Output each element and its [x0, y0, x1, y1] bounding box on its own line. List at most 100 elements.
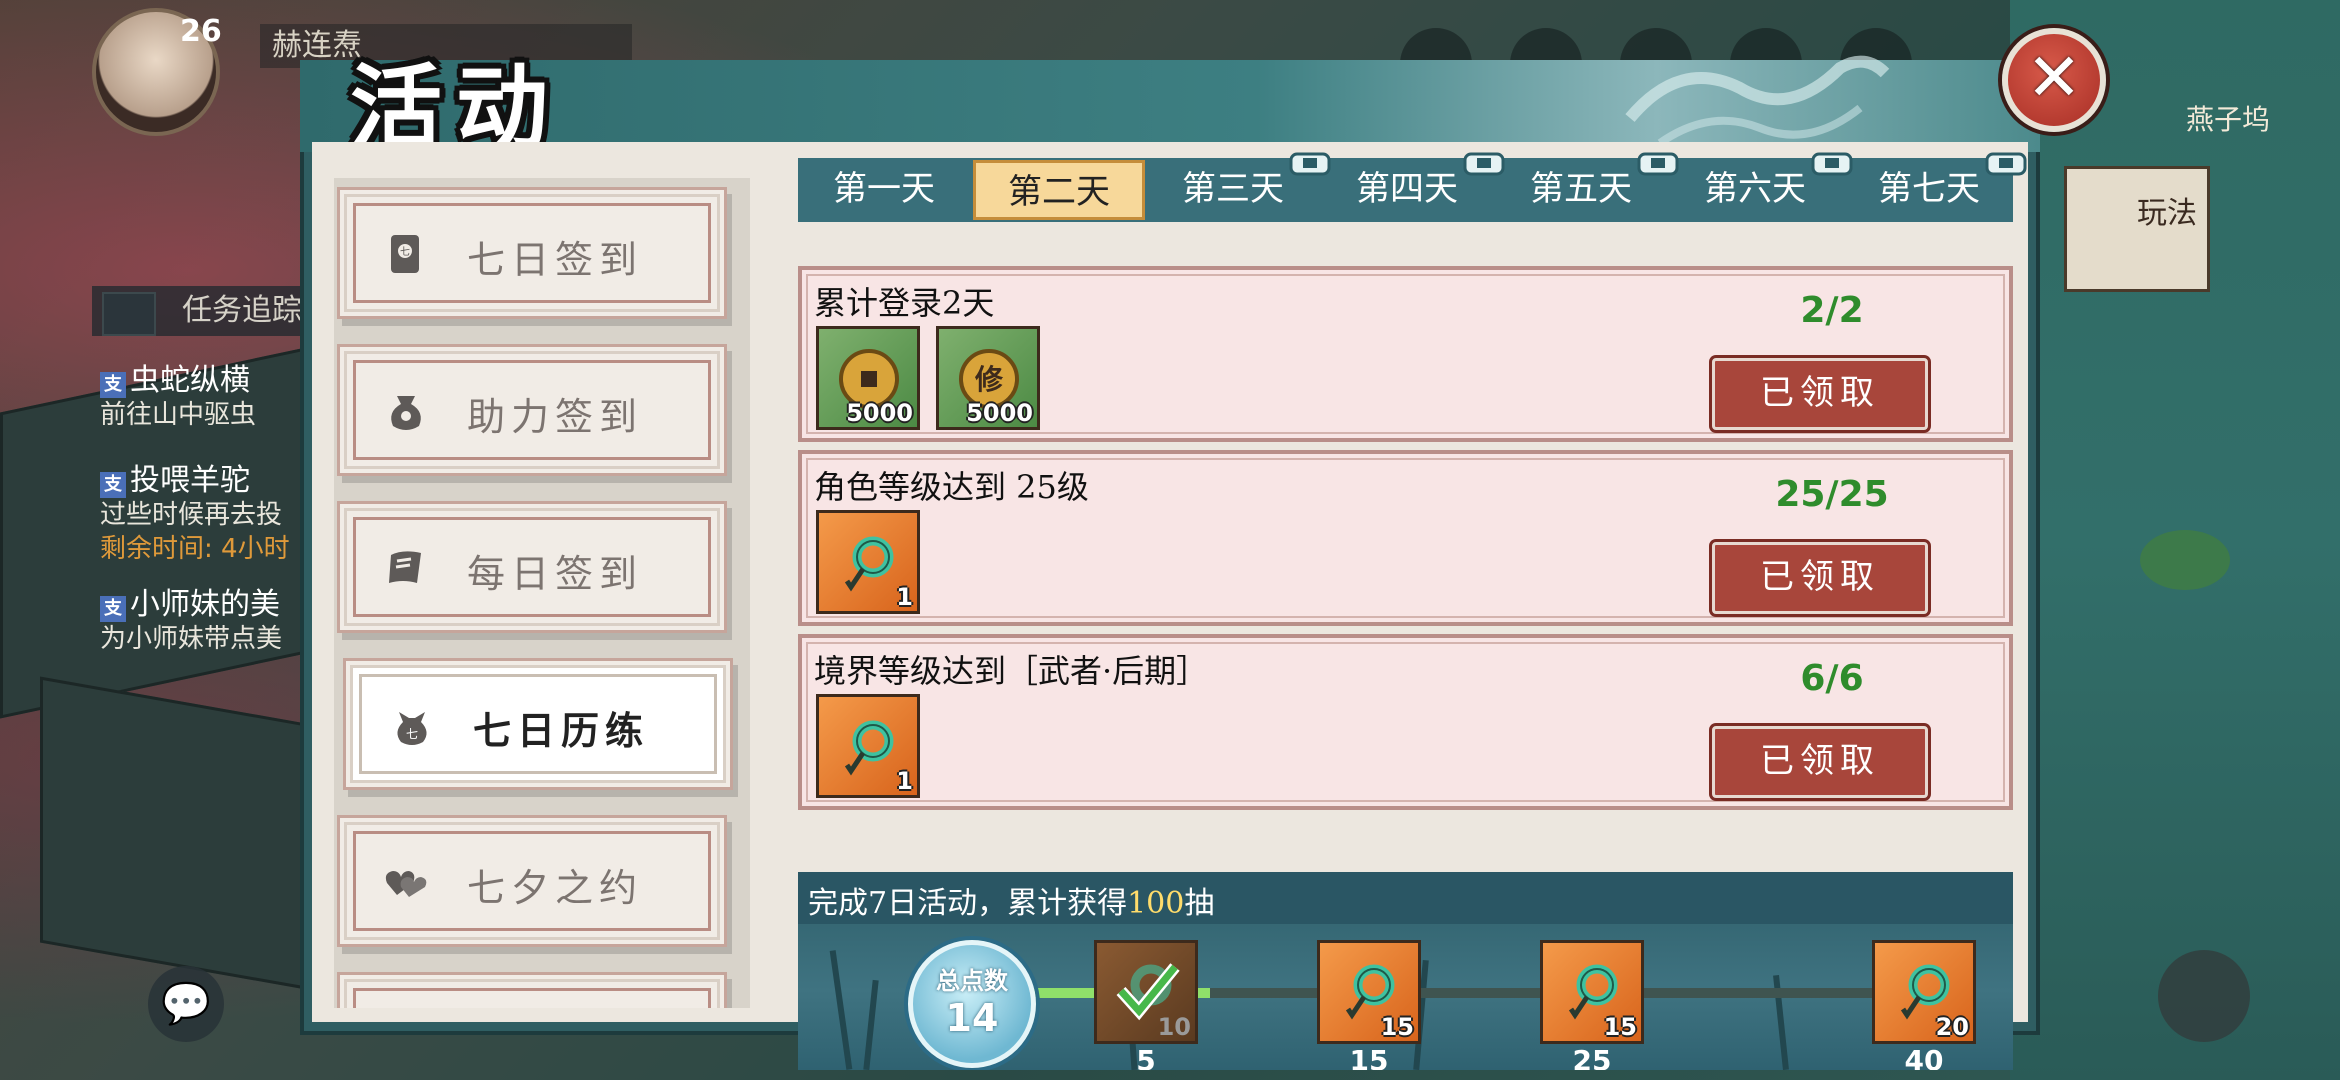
swirl-menu-icon[interactable]	[2158, 950, 2250, 1042]
tab-day-3[interactable]: 第三天	[1147, 152, 1331, 220]
task-card: 境界等级达到［武者·后期］ 1 6/6 已领取	[798, 634, 2013, 810]
tab-label: 第七天	[1878, 169, 1980, 209]
svg-text:七: 七	[406, 727, 418, 741]
close-icon: ✕	[2026, 39, 2082, 116]
reward-item[interactable]: 5000	[816, 326, 920, 430]
reward-count: 5000	[966, 399, 1033, 427]
scroll-seal-icon: 七	[391, 235, 419, 273]
milestone-threshold: 15	[1349, 1044, 1389, 1070]
milestone-reward[interactable]: 15	[1317, 940, 1421, 1044]
milestone-count: 15	[1603, 1013, 1637, 1041]
menu-item-assist-signin[interactable]: 助力签到	[344, 351, 720, 469]
pouch-icon	[391, 396, 421, 430]
tab-day-2[interactable]: 第二天	[973, 160, 1145, 220]
claimed-button[interactable]: 已领取	[1712, 358, 1928, 430]
menu-item-label: 每日签到	[467, 552, 644, 596]
milestone-count: 10	[1157, 1013, 1191, 1041]
player-level: 26	[180, 14, 222, 49]
task-card: 角色等级达到 25级 1 25/25 已领取	[798, 450, 2013, 626]
double-heart-icon	[385, 871, 427, 897]
menu-item-more[interactable]	[344, 979, 720, 1008]
tab-label: 第六天	[1704, 169, 1806, 209]
task-progress: 2/2	[1800, 290, 1864, 331]
menu-item-seven-day-signin[interactable]: 七 七日签到	[344, 194, 720, 312]
task-title: 境界等级达到［武者·后期］	[814, 652, 1209, 690]
menu-item-seven-day-training[interactable]: 七 七日历练	[350, 665, 726, 783]
menu-item-label: 七日签到	[467, 238, 644, 282]
task-title: 角色等级达到 25级	[814, 468, 1089, 506]
quest-desc: 为小师妹带点美	[100, 624, 283, 654]
tab-day-6[interactable]: 第六天	[1669, 152, 1853, 220]
quest-item[interactable]: 支虫蛇纵横 前往山中驱虫	[100, 364, 256, 432]
quest-title: 小师妹的美	[130, 587, 280, 622]
activity-dialog: 活动 ✕ 七 七日签到 助力签到 每日签到 七 七日历练 七夕之约 第一天 第二…	[300, 28, 2106, 1070]
menu-item-label: 七夕之约	[467, 866, 644, 910]
task-list: 累计登录2天 5000 修 5000 2/2 已领取 角色等级达到 25级 1 …	[798, 262, 2013, 872]
total-points-badge: 总点数 14	[908, 940, 1036, 1068]
task-progress: 6/6	[1800, 658, 1864, 699]
tab-label: 第二天	[1008, 172, 1110, 212]
bottom-text-highlight: 100	[1127, 886, 1185, 921]
quest-item[interactable]: 支投喂羊驼 过些时候再去投 剩余时间: 4小时	[100, 464, 290, 566]
quest-title: 虫蛇纵横	[130, 363, 250, 398]
gameplay-label: 玩法	[2137, 196, 2197, 231]
claimed-button[interactable]: 已领取	[1712, 726, 1928, 798]
milestone-reward[interactable]: 10	[1094, 940, 1198, 1044]
task-card: 累计登录2天 5000 修 5000 2/2 已领取	[798, 266, 2013, 442]
building-roof	[40, 676, 306, 990]
tab-day-4[interactable]: 第四天	[1321, 152, 1505, 220]
gameplay-button[interactable]: 玩法	[2064, 166, 2210, 292]
claimed-button[interactable]: 已领取	[1712, 542, 1928, 614]
lock-icon	[1985, 152, 2027, 176]
menu-item-label: 七日历练	[473, 708, 650, 753]
lily-pad	[2140, 530, 2230, 590]
quest-item[interactable]: 支小师妹的美 为小师妹带点美	[100, 588, 282, 656]
activity-menu: 七 七日签到 助力签到 每日签到 七 七日历练 七夕之约	[334, 178, 750, 1008]
jade-pendant-icon	[844, 536, 894, 592]
task-title: 累计登录2天	[814, 284, 995, 322]
tab-label: 第四天	[1356, 169, 1458, 209]
quest-desc: 过些时候再去投	[100, 500, 283, 530]
tab-label: 第三天	[1182, 169, 1284, 209]
tab-label: 第五天	[1530, 169, 1632, 209]
reward-item[interactable]: 1	[816, 510, 920, 614]
reward-item[interactable]: 修 5000	[936, 326, 1040, 430]
svg-text:七: 七	[400, 246, 410, 258]
reed-deco	[863, 979, 879, 1070]
milestone-threshold: 5	[1136, 1044, 1156, 1070]
tab-day-7[interactable]: 第七天	[1843, 152, 2027, 220]
quest-timer: 剩余时间: 4小时	[100, 534, 290, 564]
menu-item-label: 助力签到	[467, 395, 644, 439]
chat-bubble-icon[interactable]: 💬	[148, 966, 224, 1042]
quest-desc: 前往山中驱虫	[100, 400, 257, 430]
points-label: 总点数	[936, 967, 1008, 995]
tab-day-1[interactable]: 第一天	[798, 160, 970, 220]
bottom-info-text: 完成7日活动，累计获得100抽	[808, 878, 1214, 922]
bottom-text-suffix: 抽	[1184, 886, 1215, 921]
menu-item-qixi[interactable]: 七夕之约	[344, 822, 720, 940]
task-progress: 25/25	[1775, 474, 1889, 515]
close-button[interactable]: ✕	[2002, 28, 2106, 132]
milestone-reward[interactable]: 20	[1872, 940, 1976, 1044]
milestone-reward[interactable]: 15	[1540, 940, 1644, 1044]
milestone-count: 15	[1380, 1013, 1414, 1041]
points-progress-panel: 完成7日活动，累计获得100抽 总点数 14 10 5 15 15 15 25 …	[798, 872, 2013, 1070]
points-value: 14	[945, 996, 999, 1040]
milestone-threshold: 40	[1904, 1044, 1944, 1070]
reed-deco	[829, 950, 853, 1070]
svg-text:修: 修	[974, 363, 1004, 396]
tab-label: 第一天	[833, 169, 935, 209]
milestone-threshold: 25	[1572, 1044, 1612, 1070]
day-tabs: 第一天 第二天 第三天 第四天 第五天 第六天 第七天	[798, 152, 2027, 222]
reward-count: 1	[896, 583, 913, 611]
milestone-count: 20	[1935, 1013, 1969, 1041]
bag-seven-icon: 七	[397, 712, 427, 745]
tab-day-5[interactable]: 第五天	[1495, 152, 1679, 220]
jade-pendant-icon	[844, 720, 894, 776]
reward-count: 1	[896, 767, 913, 795]
location-label: 燕子坞	[2185, 103, 2270, 136]
bottom-banner: 完成7日活动，累计获得100抽	[798, 872, 2013, 924]
reward-item[interactable]: 1	[816, 694, 920, 798]
scroll-icon	[389, 551, 421, 583]
menu-item-daily-signin[interactable]: 每日签到	[344, 508, 720, 626]
